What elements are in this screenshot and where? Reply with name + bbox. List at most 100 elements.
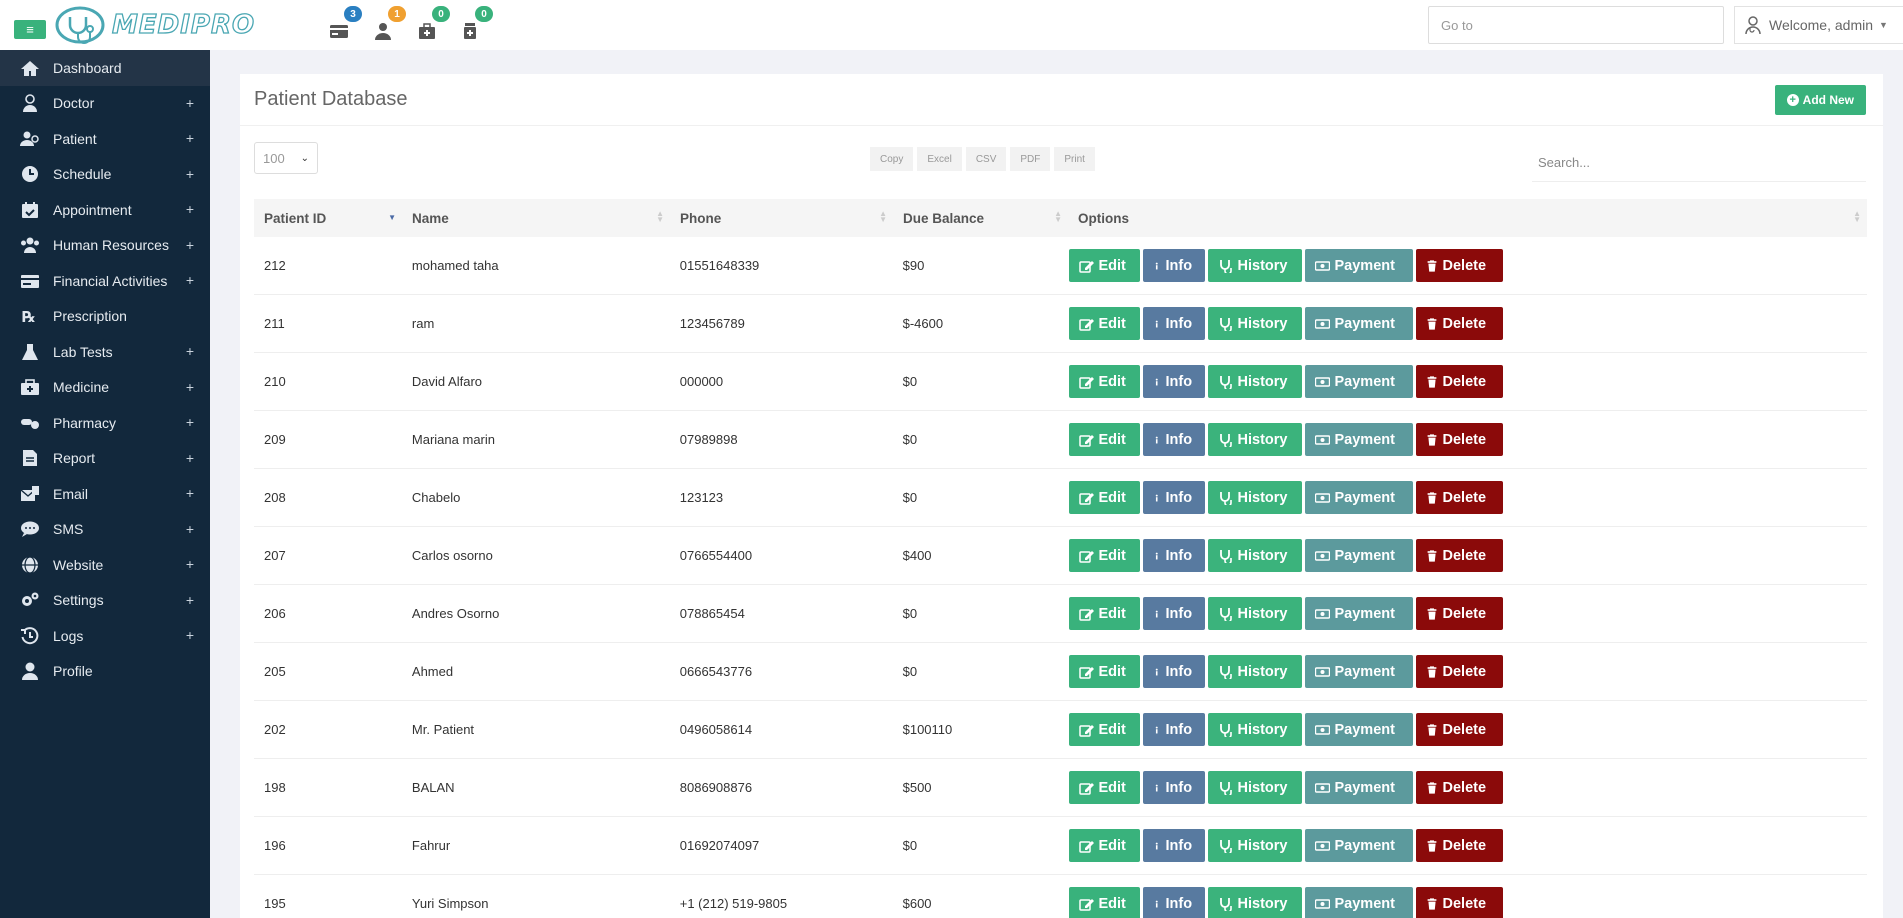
sidebar-item-lab-tests[interactable]: Lab Tests +: [0, 334, 210, 370]
history-button[interactable]: History: [1207, 423, 1302, 456]
sidebar-item-financial-activities[interactable]: Financial Activities +: [0, 263, 210, 299]
info-button[interactable]: Info: [1142, 829, 1205, 862]
payment-button[interactable]: Payment: [1304, 597, 1413, 630]
sidebar-item-medicine[interactable]: Medicine +: [0, 370, 210, 406]
history-button[interactable]: History: [1207, 771, 1302, 804]
info-button[interactable]: Info: [1142, 887, 1205, 918]
sidebar-item-dashboard[interactable]: Dashboard: [0, 50, 210, 86]
sidebar-item-website[interactable]: Website +: [0, 547, 210, 583]
sidebar-toggle-button[interactable]: ≡: [14, 20, 46, 39]
user-menu[interactable]: Welcome, admin ▼: [1734, 6, 1903, 44]
edit-button[interactable]: Edit: [1068, 771, 1140, 804]
delete-button[interactable]: Delete: [1415, 655, 1503, 688]
sidebar-item-logs[interactable]: Logs +: [0, 618, 210, 654]
edit-button[interactable]: Edit: [1068, 655, 1140, 688]
edit-button[interactable]: Edit: [1068, 249, 1140, 282]
delete-button[interactable]: Delete: [1415, 249, 1503, 282]
payment-button[interactable]: Payment: [1304, 365, 1413, 398]
history-button[interactable]: History: [1207, 481, 1302, 514]
medicine-notification[interactable]: 0: [457, 6, 493, 40]
delete-button[interactable]: Delete: [1415, 423, 1503, 456]
delete-button[interactable]: Delete: [1415, 307, 1503, 340]
pdf-button[interactable]: PDF: [1010, 147, 1051, 171]
history-button[interactable]: History: [1207, 307, 1302, 340]
edit-button[interactable]: Edit: [1068, 307, 1140, 340]
print-button[interactable]: Print: [1054, 147, 1095, 171]
delete-button[interactable]: Delete: [1415, 713, 1503, 746]
sidebar-item-schedule[interactable]: Schedule +: [0, 157, 210, 193]
search-input[interactable]: [1532, 144, 1866, 182]
delete-button[interactable]: Delete: [1415, 887, 1503, 918]
info-button[interactable]: Info: [1142, 307, 1205, 340]
delete-button[interactable]: Delete: [1415, 539, 1503, 572]
medical-notification[interactable]: 0: [414, 6, 450, 40]
column-header-patient-id[interactable]: Patient ID ▼: [254, 199, 402, 237]
history-button[interactable]: History: [1207, 597, 1302, 630]
history-button[interactable]: History: [1207, 365, 1302, 398]
history-button[interactable]: History: [1207, 887, 1302, 918]
payment-button[interactable]: Payment: [1304, 829, 1413, 862]
history-button[interactable]: History: [1207, 249, 1302, 282]
edit-button[interactable]: Edit: [1068, 597, 1140, 630]
column-header-name[interactable]: Name ▲ ▼: [402, 199, 670, 237]
info-button[interactable]: Info: [1142, 365, 1205, 398]
patient-notification[interactable]: 1: [370, 6, 406, 40]
history-button[interactable]: History: [1207, 829, 1302, 862]
column-header-due-balance[interactable]: Due Balance ▲ ▼: [893, 199, 1068, 237]
sidebar-item-prescription[interactable]: ℞ Prescription: [0, 299, 210, 335]
delete-button[interactable]: Delete: [1415, 771, 1503, 804]
sidebar-item-doctor[interactable]: Doctor +: [0, 86, 210, 122]
sidebar-item-sms[interactable]: SMS +: [0, 512, 210, 548]
payment-button[interactable]: Payment: [1304, 307, 1413, 340]
page-length-select[interactable]: 100 ⌄: [254, 142, 318, 174]
column-header-phone[interactable]: Phone ▲ ▼: [670, 199, 893, 237]
goto-input[interactable]: [1428, 6, 1724, 44]
delete-button[interactable]: Delete: [1415, 829, 1503, 862]
delete-button[interactable]: Delete: [1415, 481, 1503, 514]
info-button[interactable]: Info: [1142, 539, 1205, 572]
payment-button[interactable]: Payment: [1304, 655, 1413, 688]
delete-button[interactable]: Delete: [1415, 365, 1503, 398]
sidebar-item-appointment[interactable]: Appointment +: [0, 192, 210, 228]
column-header-options[interactable]: Options ▲ ▼: [1068, 199, 1867, 237]
payment-button[interactable]: Payment: [1304, 481, 1413, 514]
sidebar-item-profile[interactable]: Profile: [0, 654, 210, 690]
edit-button[interactable]: Edit: [1068, 539, 1140, 572]
history-button[interactable]: History: [1207, 713, 1302, 746]
history-button[interactable]: History: [1207, 539, 1302, 572]
copy-button[interactable]: Copy: [870, 147, 914, 171]
delete-button[interactable]: Delete: [1415, 597, 1503, 630]
info-button[interactable]: Info: [1142, 481, 1205, 514]
history-label: History: [1237, 315, 1288, 332]
edit-button[interactable]: Edit: [1068, 829, 1140, 862]
payment-button[interactable]: Payment: [1304, 713, 1413, 746]
info-button[interactable]: Info: [1142, 423, 1205, 456]
info-button[interactable]: Info: [1142, 771, 1205, 804]
edit-button[interactable]: Edit: [1068, 887, 1140, 918]
add-new-button[interactable]: + Add New: [1774, 85, 1866, 115]
sidebar-item-settings[interactable]: Settings +: [0, 583, 210, 619]
edit-button[interactable]: Edit: [1068, 365, 1140, 398]
edit-button[interactable]: Edit: [1068, 423, 1140, 456]
info-button[interactable]: Info: [1142, 597, 1205, 630]
info-button[interactable]: Info: [1142, 655, 1205, 688]
edit-button[interactable]: Edit: [1068, 481, 1140, 514]
payment-notification[interactable]: 3: [326, 6, 362, 40]
sidebar-item-email[interactable]: Email +: [0, 476, 210, 512]
sidebar-item-human-resources[interactable]: Human Resources +: [0, 228, 210, 264]
info-button[interactable]: Info: [1142, 249, 1205, 282]
app-logo[interactable]: MEDIPRO: [54, 6, 255, 44]
payment-button[interactable]: Payment: [1304, 423, 1413, 456]
sidebar-item-report[interactable]: Report +: [0, 441, 210, 477]
excel-button[interactable]: Excel: [917, 147, 962, 171]
sidebar-item-pharmacy[interactable]: Pharmacy +: [0, 405, 210, 441]
info-button[interactable]: Info: [1142, 713, 1205, 746]
history-button[interactable]: History: [1207, 655, 1302, 688]
sidebar-item-patient[interactable]: Patient +: [0, 121, 210, 157]
payment-button[interactable]: Payment: [1304, 539, 1413, 572]
csv-button[interactable]: CSV: [965, 147, 1007, 171]
payment-button[interactable]: Payment: [1304, 887, 1413, 918]
payment-button[interactable]: Payment: [1304, 771, 1413, 804]
payment-button[interactable]: Payment: [1304, 249, 1413, 282]
edit-button[interactable]: Edit: [1068, 713, 1140, 746]
